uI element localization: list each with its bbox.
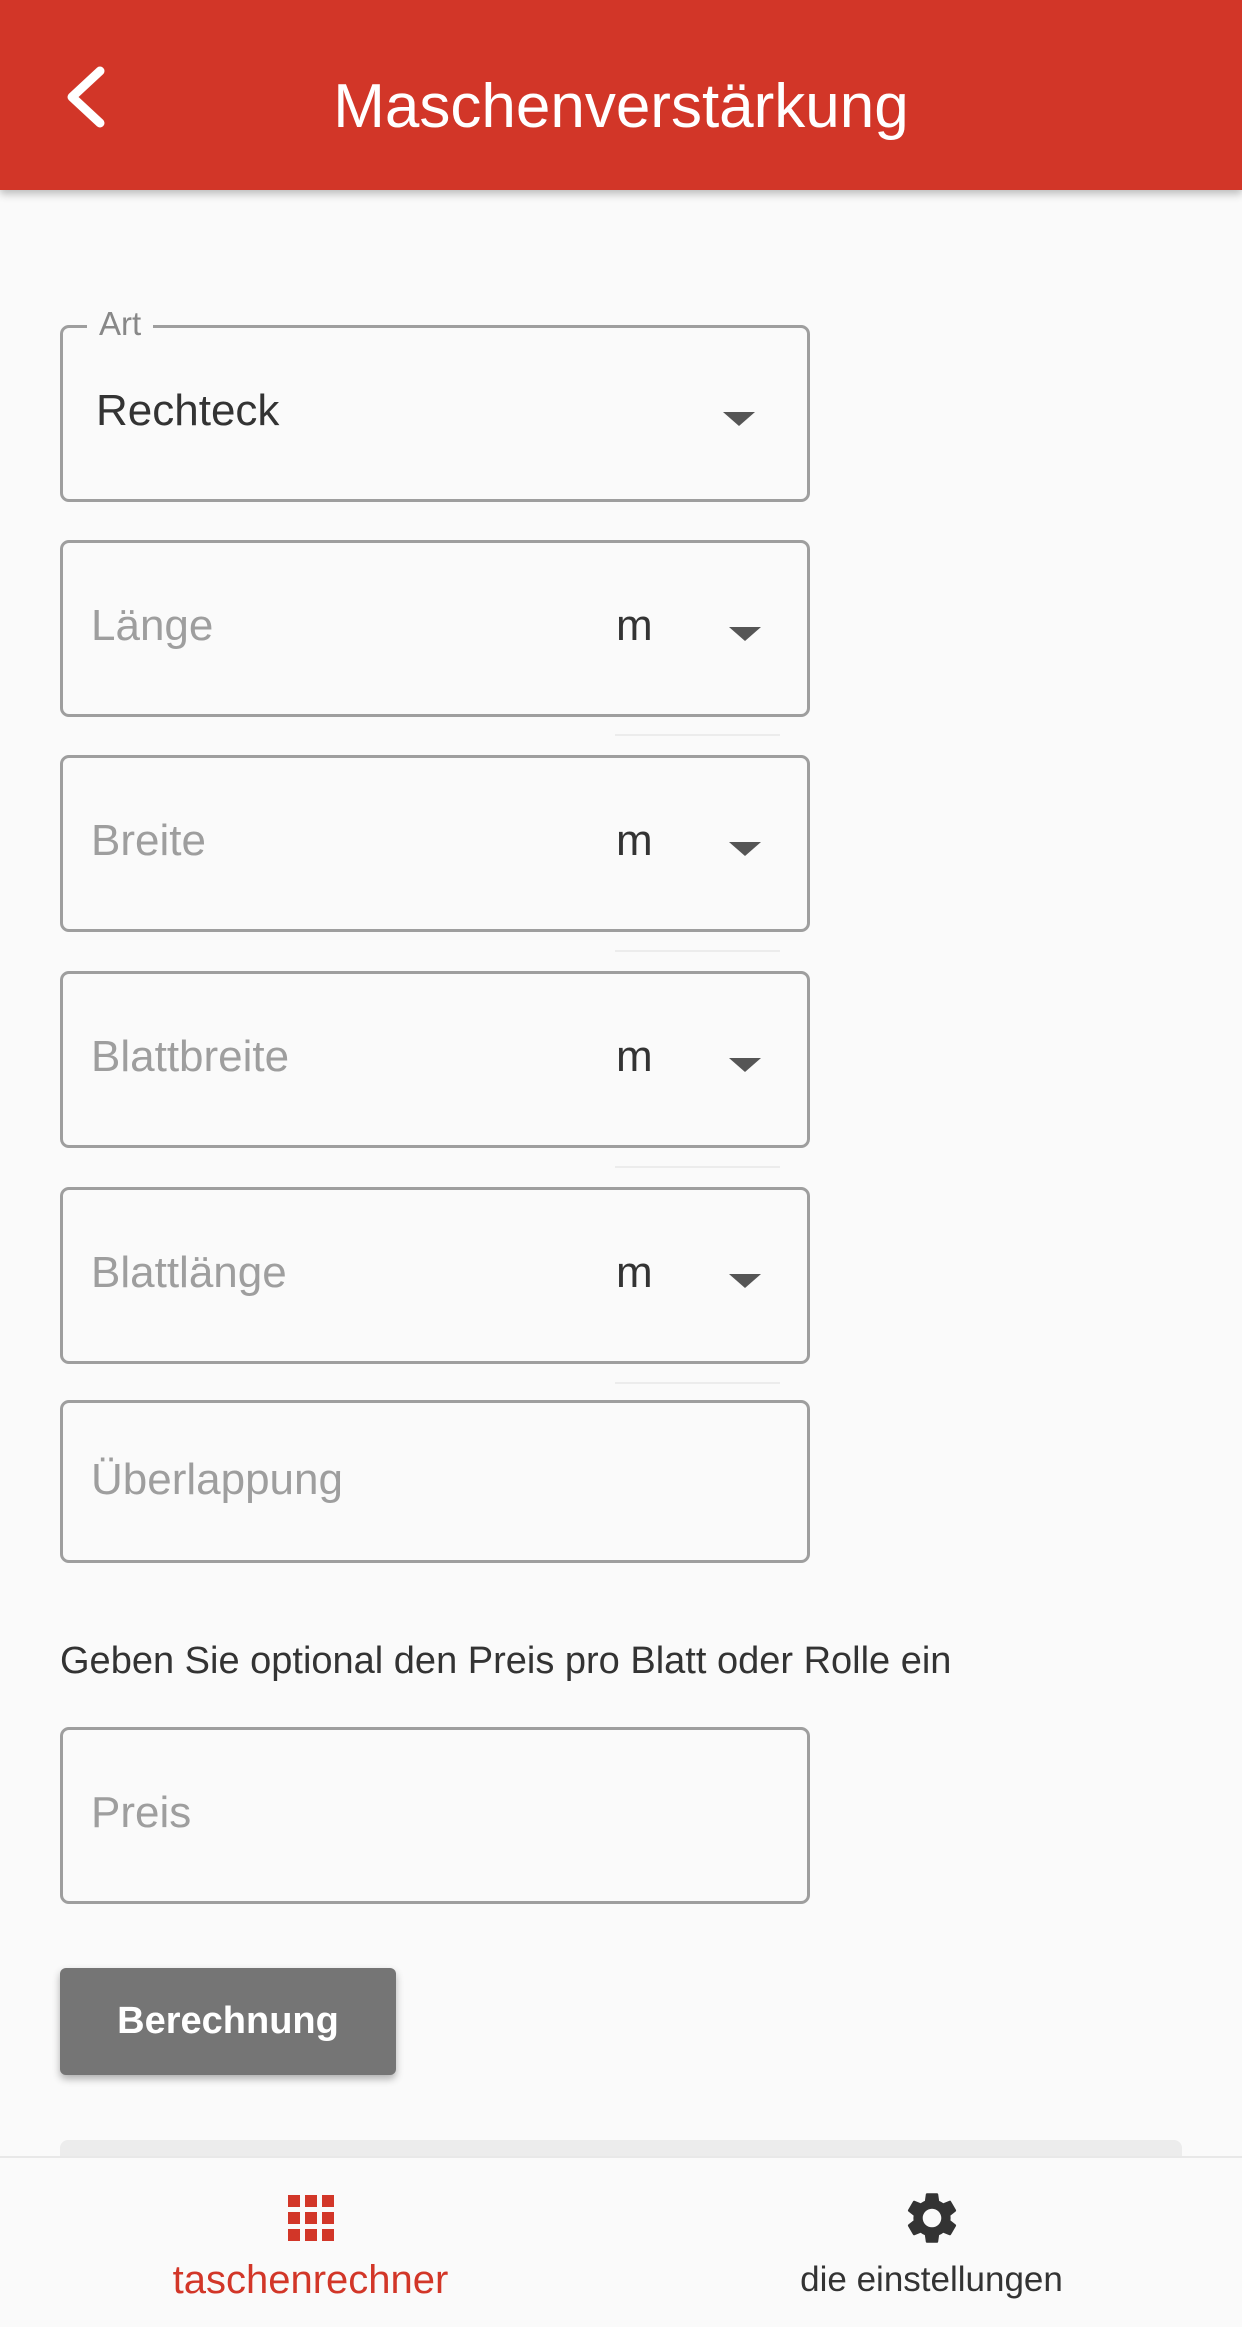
chevron-down-icon: [729, 842, 761, 856]
unit-underline: [615, 734, 780, 736]
calculate-button[interactable]: Berechnung: [60, 1968, 396, 2075]
breite-unit-select[interactable]: m: [616, 816, 653, 866]
unit-underline: [615, 1166, 780, 1168]
ueberlappung-placeholder: Überlappung: [91, 1455, 343, 1504]
art-select[interactable]: Art Rechteck: [60, 304, 810, 502]
blattbreite-field[interactable]: Blattbreite m: [60, 971, 810, 1148]
breite-field[interactable]: Breite m: [60, 755, 810, 932]
art-label: Art: [87, 304, 154, 344]
blattbreite-unit-select[interactable]: m: [616, 1032, 653, 1082]
preis-field[interactable]: Preis: [60, 1727, 810, 1904]
bottom-navigation: taschenrechner die einstellungen: [0, 2156, 1242, 2325]
price-hint-text: Geben Sie optional den Preis pro Blatt o…: [60, 1640, 952, 1682]
nav-label-taschenrechner: taschenrechner: [172, 2258, 449, 2302]
chevron-down-icon: [723, 412, 755, 426]
app-bar: Maschenverstärkung: [0, 0, 1242, 190]
nav-item-einstellungen[interactable]: die einstellungen: [621, 2158, 1242, 2327]
unit-underline: [615, 1382, 780, 1384]
laenge-unit-select[interactable]: m: [616, 601, 653, 651]
chevron-down-icon: [729, 1274, 761, 1288]
ueberlappung-field[interactable]: Überlappung: [60, 1400, 810, 1563]
gear-icon: [901, 2188, 963, 2248]
page-title: Maschenverstärkung: [333, 72, 909, 141]
blattlaenge-unit-select[interactable]: m: [616, 1248, 653, 1298]
breite-placeholder: Breite: [91, 816, 206, 865]
blattlaenge-field[interactable]: Blattlänge m: [60, 1187, 810, 1364]
blattlaenge-placeholder: Blattlänge: [91, 1248, 287, 1297]
nav-label-einstellungen: die einstellungen: [800, 2260, 1063, 2299]
chevron-down-icon: [729, 627, 761, 641]
unit-underline: [615, 950, 780, 952]
chevron-down-icon: [729, 1058, 761, 1072]
preis-placeholder: Preis: [91, 1788, 192, 1837]
art-value: Rechteck: [96, 386, 280, 435]
laenge-placeholder: Länge: [91, 601, 214, 650]
grid-icon: [287, 2188, 334, 2248]
nav-item-taschenrechner[interactable]: taschenrechner: [0, 2158, 621, 2327]
laenge-field[interactable]: Länge m: [60, 540, 810, 717]
blattbreite-placeholder: Blattbreite: [91, 1032, 290, 1081]
